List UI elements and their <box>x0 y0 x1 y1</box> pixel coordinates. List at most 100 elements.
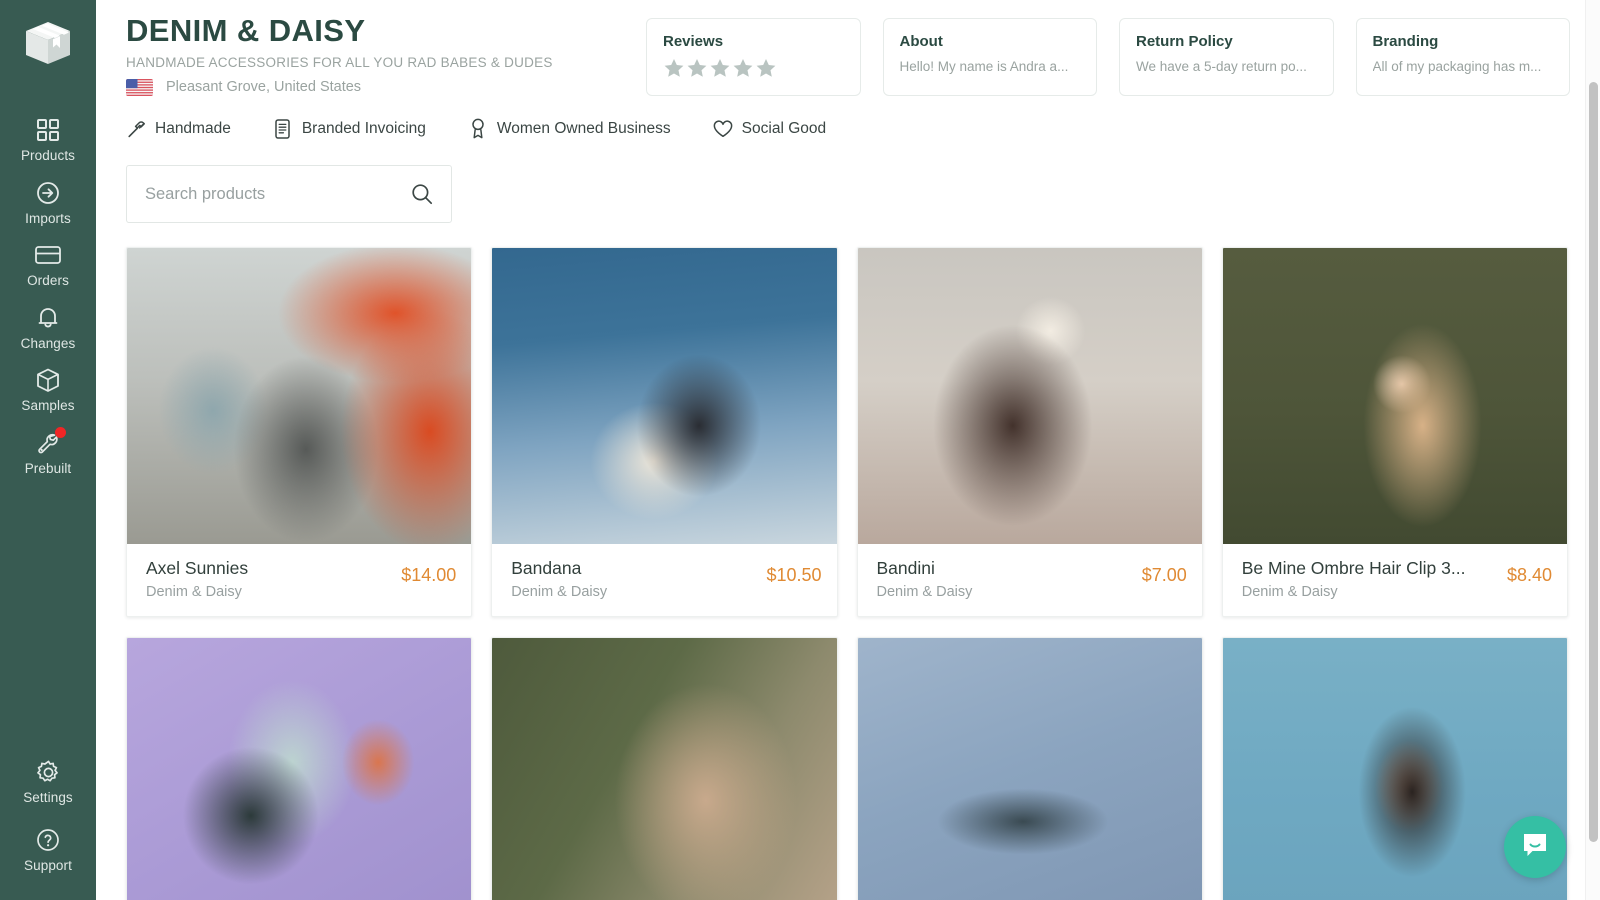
product-price: $10.50 <box>766 565 822 585</box>
package-icon <box>35 367 61 393</box>
product-vendor: Denim & Daisy <box>146 584 242 600</box>
product-meta: Be Mine Ombre Hair Clip 3... Denim & Dai… <box>1223 544 1567 616</box>
search-input[interactable] <box>145 184 409 204</box>
vertical-scrollbar-thumb[interactable] <box>1589 82 1598 842</box>
product-grid-row-2 <box>96 617 1600 900</box>
sidebar-item-imports[interactable]: Imports <box>0 171 96 234</box>
sidebar-item-label: Products <box>20 148 76 163</box>
sidebar-bottom-nav: Settings Support <box>0 747 96 900</box>
package-box-icon-svg <box>26 22 70 64</box>
sidebar-item-products[interactable]: Products <box>0 108 96 171</box>
product-image <box>127 248 472 544</box>
horizontal-scrollbar[interactable] <box>192 891 1585 900</box>
product-card[interactable]: Be Mine Ombre Hair Clip 3... Denim & Dai… <box>1221 247 1568 617</box>
search-box[interactable] <box>126 165 452 223</box>
arrow-right-circle-icon <box>35 180 61 206</box>
shop-attribute-badges: Handmade Branded Invoicing Women Owned B… <box>96 96 1600 139</box>
sidebar-item-label: Support <box>24 857 72 873</box>
shop-header: DENIM & DAISY HANDMADE ACCESSORIES FOR A… <box>96 0 1600 96</box>
star-icon <box>687 59 707 77</box>
product-name: Axel Sunnies <box>146 558 249 578</box>
award-ribbon-icon <box>468 118 488 139</box>
info-card-subtitle: Hello! My name is Andra a... <box>899 59 1069 74</box>
badge-social-good[interactable]: Social Good <box>713 118 826 139</box>
sidebar-item-label: Orders <box>27 273 69 288</box>
product-name: Be Mine Ombre Hair Clip 3... <box>1241 558 1466 578</box>
shop-location-text: Pleasant Grove, United States <box>166 79 362 96</box>
product-image <box>857 248 1202 544</box>
star-icon <box>756 59 776 77</box>
chat-launcher-button[interactable] <box>1504 816 1566 878</box>
info-card-title: Return Policy <box>1136 33 1233 50</box>
info-cards: Reviews About Hello! My name is Andra a.… <box>646 8 1570 96</box>
info-card-branding[interactable]: Branding All of my packaging has m... <box>1355 18 1570 96</box>
sidebar-item-support[interactable]: Support <box>0 815 96 883</box>
app-root: Products Imports Orders Changes Samples … <box>0 0 1600 900</box>
product-name: Bandana <box>511 558 582 578</box>
info-card-about[interactable]: About Hello! My name is Andra a... <box>882 18 1097 96</box>
sidebar-item-changes[interactable]: Changes <box>0 296 96 359</box>
bell-icon <box>35 305 61 331</box>
info-card-reviews[interactable]: Reviews <box>646 18 861 96</box>
sidebar-item-orders[interactable]: Orders <box>0 233 96 296</box>
product-card[interactable] <box>126 637 473 900</box>
product-name: Bandini <box>876 558 935 578</box>
product-grid-row-1: Axel Sunnies Denim & Daisy $14.00 Bandan… <box>96 223 1600 617</box>
credit-card-icon <box>35 242 61 268</box>
product-card[interactable]: Axel Sunnies Denim & Daisy $14.00 <box>126 247 473 617</box>
sidebar-item-samples[interactable]: Samples <box>0 358 96 421</box>
gear-icon <box>35 759 61 785</box>
badge-handmade[interactable]: Handmade <box>126 118 231 139</box>
product-image <box>1222 248 1567 544</box>
info-card-title: Branding <box>1372 33 1439 50</box>
badge-branded-invoicing[interactable]: Branded Invoicing <box>273 118 426 139</box>
product-image <box>127 638 472 900</box>
question-circle-icon <box>35 827 61 853</box>
info-card-title: Reviews <box>663 33 724 50</box>
product-meta: Bandana Denim & Daisy $10.50 <box>492 544 836 616</box>
product-image <box>857 638 1202 900</box>
search-section <box>96 139 1600 223</box>
prebuilt-notification-badge <box>55 426 66 438</box>
star-icon <box>664 59 684 77</box>
shop-location: Pleasant Grove, United States <box>126 78 646 96</box>
product-vendor: Denim & Daisy <box>511 584 608 600</box>
heart-icon <box>713 118 733 139</box>
product-image <box>492 248 837 544</box>
star-icon <box>733 59 753 77</box>
product-card[interactable]: Bandini Denim & Daisy $7.00 <box>856 247 1203 617</box>
sidebar-item-label: Imports <box>25 210 71 226</box>
sidebar-item-prebuilt[interactable]: Prebuilt <box>0 421 96 484</box>
vertical-scrollbar[interactable] <box>1585 0 1600 900</box>
sidebar-item-label: Settings <box>23 790 73 805</box>
shop-tagline: HANDMADE ACCESSORIES FOR ALL YOU RAD BAB… <box>126 54 553 70</box>
badge-label: Handmade <box>155 119 231 137</box>
badge-women-owned-business[interactable]: Women Owned Business <box>468 118 671 139</box>
product-card[interactable] <box>491 637 838 900</box>
search-icon[interactable] <box>409 181 435 207</box>
product-price: $8.40 <box>1506 565 1552 585</box>
package-box-icon[interactable] <box>18 14 78 74</box>
info-card-subtitle: All of my packaging has m... <box>1372 59 1542 74</box>
wrench-icon <box>35 426 66 456</box>
info-card-subtitle: We have a 5-day return po... <box>1136 59 1307 74</box>
invoice-document-icon <box>273 118 293 139</box>
badge-label: Women Owned Business <box>496 119 671 137</box>
info-card-return-policy[interactable]: Return Policy We have a 5-day return po.… <box>1119 18 1334 96</box>
us-flag-icon <box>126 78 153 96</box>
product-card[interactable]: Bandana Denim & Daisy $10.50 <box>491 247 838 617</box>
info-card-title: About <box>899 33 943 50</box>
product-vendor: Denim & Daisy <box>1241 584 1338 600</box>
product-vendor: Denim & Daisy <box>876 584 973 600</box>
hammer-icon <box>126 118 146 139</box>
product-image <box>492 638 837 900</box>
main-content: DENIM & DAISY HANDMADE ACCESSORIES FOR A… <box>96 0 1600 900</box>
product-meta: Bandini Denim & Daisy $7.00 <box>858 544 1202 616</box>
shop-identity: DENIM & DAISY HANDMADE ACCESSORIES FOR A… <box>126 8 646 96</box>
sidebar-item-settings[interactable]: Settings <box>0 747 96 815</box>
product-card[interactable] <box>856 637 1203 900</box>
sidebar-nav: Products Imports Orders Changes Samples … <box>0 108 96 483</box>
grid-icon <box>35 117 61 143</box>
sidebar-item-label: Samples <box>21 398 75 413</box>
sidebar-item-label: Prebuilt <box>24 460 72 476</box>
